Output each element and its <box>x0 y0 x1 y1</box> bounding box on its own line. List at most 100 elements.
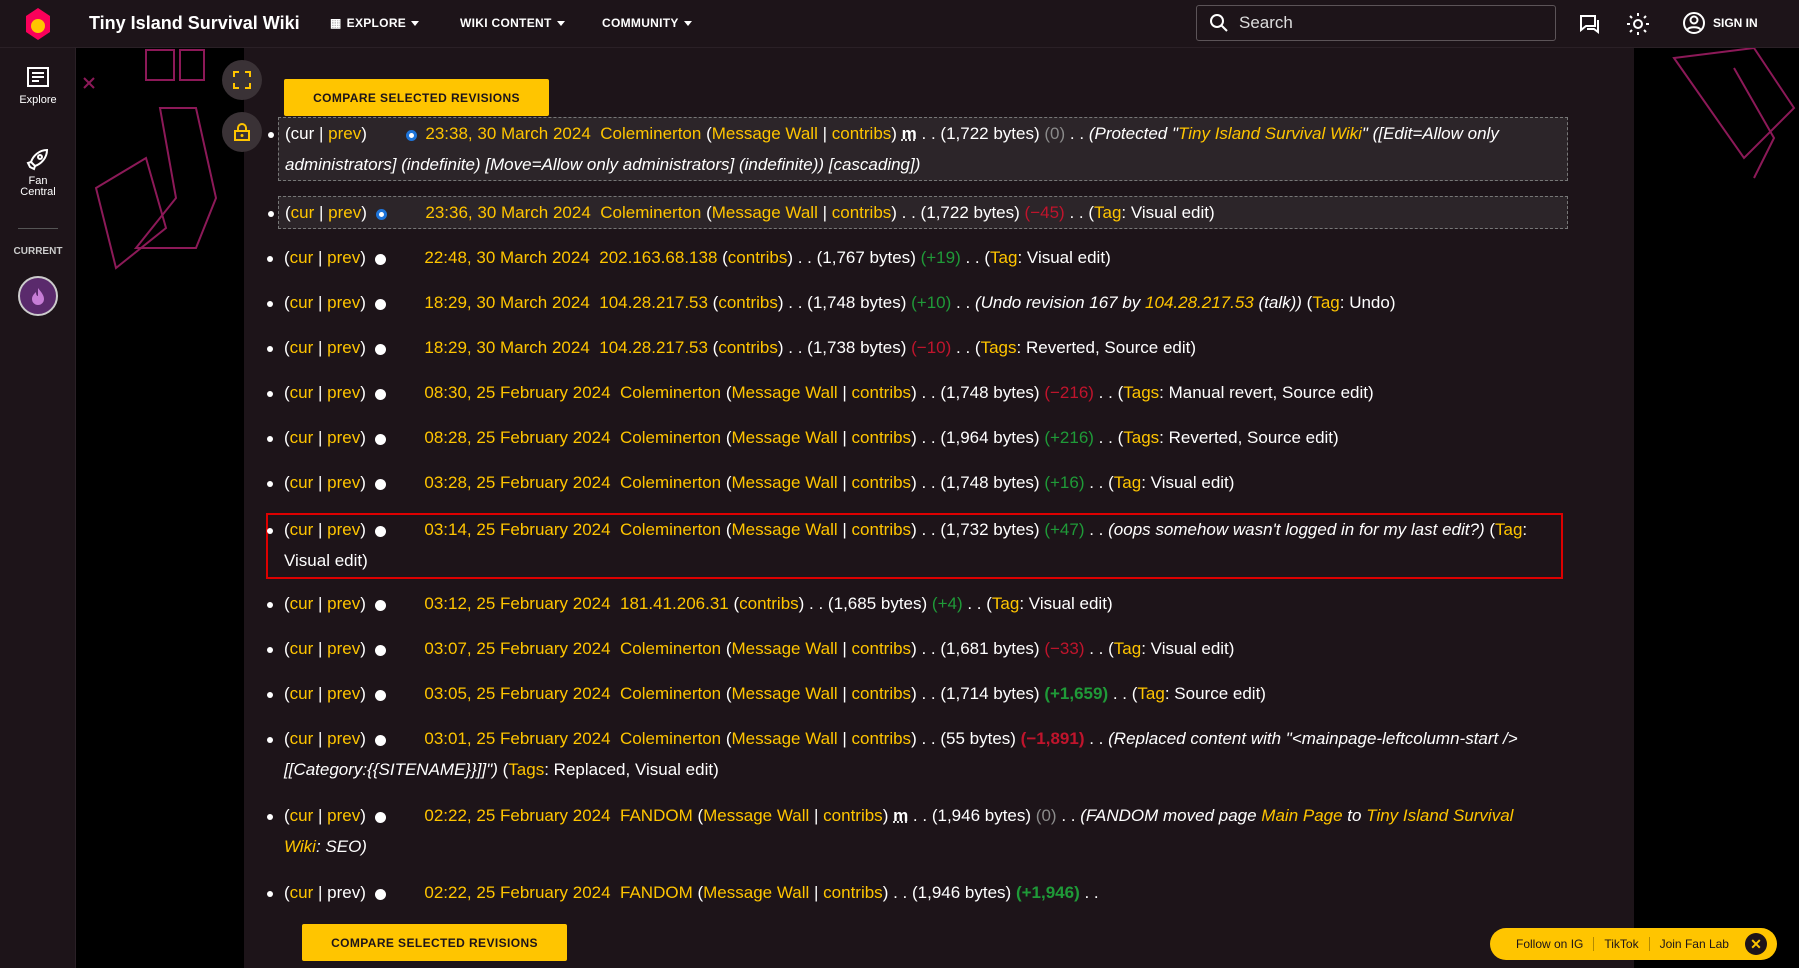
fullscreen-button[interactable] <box>222 60 262 100</box>
user-link[interactable]: FANDOM <box>620 806 693 825</box>
user-link[interactable]: Coleminerton <box>620 729 721 748</box>
revision-time-link[interactable]: 18:29, 30 March 2024 <box>424 293 589 312</box>
contribs-link[interactable]: contribs <box>823 883 883 902</box>
user-link[interactable]: Coleminerton <box>620 684 721 703</box>
discussions-icon[interactable] <box>1578 12 1602 36</box>
revision-time-link[interactable]: 03:07, 25 February 2024 <box>424 639 610 658</box>
prev-link[interactable]: prev <box>327 428 360 447</box>
user-link[interactable]: 104.28.217.53 <box>599 338 708 357</box>
prev-link[interactable]: prev <box>327 383 360 402</box>
message-wall-link[interactable]: Message Wall <box>732 684 838 703</box>
prev-link[interactable]: prev <box>328 203 361 222</box>
revision-radio[interactable] <box>374 254 386 265</box>
revision-time-link[interactable]: 18:29, 30 March 2024 <box>424 338 589 357</box>
revision-radio[interactable] <box>374 812 386 823</box>
user-link[interactable]: 202.163.68.138 <box>599 248 717 267</box>
user-link[interactable]: Coleminerton <box>620 520 721 539</box>
revision-time-link[interactable]: 03:01, 25 February 2024 <box>424 729 610 748</box>
user-link[interactable]: FANDOM <box>620 883 693 902</box>
contribs-link[interactable]: contribs <box>852 639 912 658</box>
contribs-link[interactable]: contribs <box>852 729 912 748</box>
search-input[interactable] <box>1239 13 1519 33</box>
contribs-link[interactable]: contribs <box>832 203 892 222</box>
message-wall-link[interactable]: Message Wall <box>732 473 838 492</box>
theme-toggle-icon[interactable] <box>1626 12 1650 36</box>
prev-link[interactable]: prev <box>327 729 360 748</box>
tag-link[interactable]: Tag <box>992 594 1019 613</box>
cur-link[interactable]: cur <box>290 520 314 539</box>
protection-button[interactable] <box>222 112 262 152</box>
tag-link[interactable]: Tag <box>1094 203 1121 222</box>
user-link[interactable]: 104.28.217.53 <box>599 293 708 312</box>
revision-time-link[interactable]: 03:12, 25 February 2024 <box>424 594 610 613</box>
tag-link[interactable]: Tag <box>1312 293 1339 312</box>
tag-link[interactable]: Tag <box>1114 473 1141 492</box>
page-link[interactable]: Tiny Island Survival Wiki <box>1178 124 1362 143</box>
cur-link[interactable]: cur <box>290 473 314 492</box>
cur-link[interactable]: cur <box>290 684 314 703</box>
contribs-link[interactable]: contribs <box>852 684 912 703</box>
cur-link[interactable]: cur <box>290 883 314 902</box>
contribs-link[interactable]: contribs <box>718 293 778 312</box>
message-wall-link[interactable]: Message Wall <box>732 428 838 447</box>
tiktok-link[interactable]: TikTok <box>1594 937 1650 951</box>
cur-link[interactable]: cur <box>290 729 314 748</box>
tag-link[interactable]: Tags <box>981 338 1017 357</box>
wiki-title[interactable]: Tiny Island Survival Wiki <box>89 13 300 34</box>
message-wall-link[interactable]: Message Wall <box>712 203 818 222</box>
contribs-link[interactable]: contribs <box>728 248 788 267</box>
revision-radio[interactable] <box>374 735 386 746</box>
tag-link[interactable]: Tag <box>990 248 1017 267</box>
revision-radio[interactable] <box>374 600 386 611</box>
revision-time-link[interactable]: 22:48, 30 March 2024 <box>424 248 589 267</box>
user-link[interactable]: Coleminerton <box>620 428 721 447</box>
message-wall-link[interactable]: Message Wall <box>703 883 809 902</box>
prev-link[interactable]: prev <box>327 594 360 613</box>
prev-link[interactable]: prev <box>327 806 360 825</box>
follow-ig-link[interactable]: Follow on IG <box>1506 937 1595 951</box>
revision-time-link[interactable]: 02:22, 25 February 2024 <box>424 806 610 825</box>
prev-link[interactable]: prev <box>327 520 360 539</box>
cur-link[interactable]: cur <box>290 594 314 613</box>
revision-time-link[interactable]: 03:05, 25 February 2024 <box>424 684 610 703</box>
prev-link[interactable]: prev <box>328 124 361 143</box>
user-link[interactable]: Coleminerton <box>620 473 721 492</box>
message-wall-link[interactable]: Message Wall <box>732 383 838 402</box>
revision-time-link[interactable]: 02:22, 25 February 2024 <box>424 883 610 902</box>
revision-time-link[interactable]: 03:14, 25 February 2024 <box>424 520 610 539</box>
compare-selected-revisions-button[interactable]: COMPARE SELECTED REVISIONS <box>302 924 567 961</box>
fandom-logo-icon[interactable] <box>22 6 54 42</box>
search-box[interactable] <box>1196 5 1556 41</box>
user-link[interactable]: Coleminerton <box>620 383 721 402</box>
cur-link[interactable]: cur <box>290 806 314 825</box>
revision-time-link[interactable]: 03:28, 25 February 2024 <box>424 473 610 492</box>
revision-radio[interactable] <box>374 889 386 900</box>
join-fan-lab-link[interactable]: Join Fan Lab <box>1650 937 1739 951</box>
nav-wiki-content[interactable]: WIKI CONTENT <box>460 16 565 30</box>
cur-link[interactable]: cur <box>290 293 314 312</box>
message-wall-link[interactable]: Message Wall <box>732 729 838 748</box>
contribs-link[interactable]: contribs <box>852 520 912 539</box>
tag-link[interactable]: Tags <box>1123 383 1159 402</box>
tag-link[interactable]: Tag <box>1114 639 1141 658</box>
tag-link[interactable]: Tag <box>1137 684 1164 703</box>
contribs-link[interactable]: contribs <box>832 124 892 143</box>
revision-radio[interactable] <box>374 389 386 400</box>
revision-radio[interactable] <box>375 209 387 220</box>
user-link[interactable]: Coleminerton <box>600 124 701 143</box>
cur-link[interactable]: cur <box>290 338 314 357</box>
cur-link[interactable]: cur <box>290 383 314 402</box>
revision-radio[interactable] <box>374 645 386 656</box>
cur-link[interactable]: cur <box>290 248 314 267</box>
revision-radio[interactable] <box>374 526 386 537</box>
message-wall-link[interactable]: Message Wall <box>732 639 838 658</box>
contribs-link[interactable]: contribs <box>718 338 778 357</box>
contribs-link[interactable]: contribs <box>852 383 912 402</box>
revision-radio[interactable] <box>374 690 386 701</box>
compare-selected-revisions-button[interactable]: COMPARE SELECTED REVISIONS <box>284 79 549 116</box>
prev-link[interactable]: prev <box>327 248 360 267</box>
contribs-link[interactable]: contribs <box>852 428 912 447</box>
close-icon[interactable]: ✕ <box>1744 933 1767 955</box>
prev-link[interactable]: prev <box>327 473 360 492</box>
user-link[interactable]: Coleminerton <box>600 203 701 222</box>
